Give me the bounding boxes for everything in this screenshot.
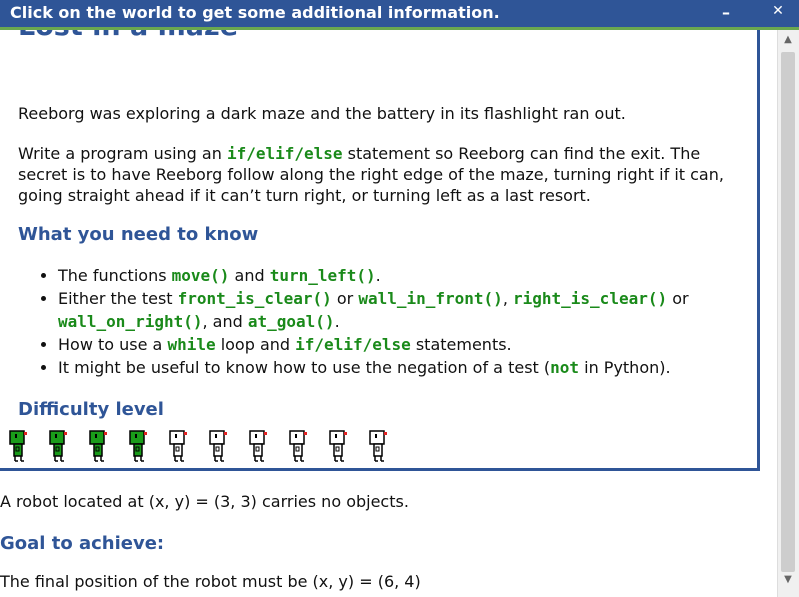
list-text: and [229,266,270,285]
robot-difficulty-filled-icon [89,430,107,462]
difficulty-heading: Difficulty level [18,399,164,420]
robot-difficulty-empty-icon [169,430,187,462]
list-item: The functions move() and turn_left(). [58,264,758,287]
dialog-title: Click on the world to get some additiona… [10,3,500,22]
code-wall-on-right: wall_on_right() [58,312,203,331]
list-text: How to use a [58,335,168,354]
code-if-elif-else: if/elif/else [295,335,411,354]
robot-difficulty-filled-icon [9,430,27,462]
list-text: statements. [410,335,512,354]
code-while: while [167,335,216,354]
list-text: or [331,289,359,308]
code-wall-in-front: wall_in_front() [358,289,503,308]
task-text-after: statement so Reeborg can find the exit. … [342,144,701,163]
list-text: , and [202,312,248,331]
dialog-content: Lost in a maze Reeborg was exploring a d… [0,30,777,597]
code-if-elif-else: if/elif/else [226,144,343,163]
task-text-before: Write a program using an [18,144,227,163]
task-text-line2: secret is to have Reeborg follow along t… [18,165,724,184]
list-text: It might be useful to know how to use th… [58,358,551,377]
dialog-titlebar: Click on the world to get some additiona… [0,0,799,30]
knowledge-list: The functions move() and turn_left(). Ei… [40,264,758,379]
robot-difficulty-filled-icon [129,430,147,462]
list-item: Either the test front_is_clear() or wall… [58,287,758,333]
intro-text: Reeborg was exploring a dark maze and th… [18,104,626,123]
robot-difficulty-empty-icon [289,430,307,462]
list-text: , [502,289,513,308]
vertical-scrollbar[interactable]: ▲ ▼ [777,30,799,597]
robot-info: A robot located at (x, y) = (3, 3) carri… [0,492,409,511]
list-text: . [375,266,381,285]
intro-paragraph: Reeborg was exploring a dark maze and th… [18,103,738,124]
code-move: move() [171,266,230,285]
list-text: in Python). [579,358,671,377]
goal-heading: Goal to achieve: [0,533,165,554]
code-right-is-clear: right_is_clear() [512,289,668,308]
minimize-button[interactable]: – [718,3,734,22]
task-paragraph: Write a program using an if/elif/else st… [18,143,738,206]
code-front-is-clear: front_is_clear() [177,289,332,308]
code-not: not [550,358,580,377]
list-text: Either the test [58,289,178,308]
robot-difficulty-empty-icon [209,430,227,462]
code-at-goal: at_goal() [247,312,335,331]
scrollbar-thumb[interactable] [781,52,795,572]
close-button[interactable]: ✕ [770,3,786,21]
list-text: loop and [215,335,296,354]
list-text: or [667,289,689,308]
robot-difficulty-empty-icon [249,430,267,462]
task-description-panel: Lost in a maze Reeborg was exploring a d… [0,30,760,471]
task-text-line3: going straight ahead if it can’t turn ri… [18,186,591,205]
scroll-down-arrow-icon[interactable]: ▼ [780,574,796,588]
list-item: It might be useful to know how to use th… [58,356,758,379]
task-title: Lost in a maze [18,30,238,41]
scroll-up-arrow-icon[interactable]: ▲ [780,34,796,48]
list-text: . [334,312,340,331]
goal-text: The final position of the robot must be … [0,572,421,591]
robot-difficulty-filled-icon [49,430,67,462]
robot-difficulty-empty-icon [369,430,387,462]
robot-difficulty-empty-icon [329,430,347,462]
what-you-need-heading: What you need to know [18,224,259,245]
list-item: How to use a while loop and if/elif/else… [58,333,758,356]
list-text: The functions [58,266,172,285]
code-turn-left: turn_left() [269,266,376,285]
